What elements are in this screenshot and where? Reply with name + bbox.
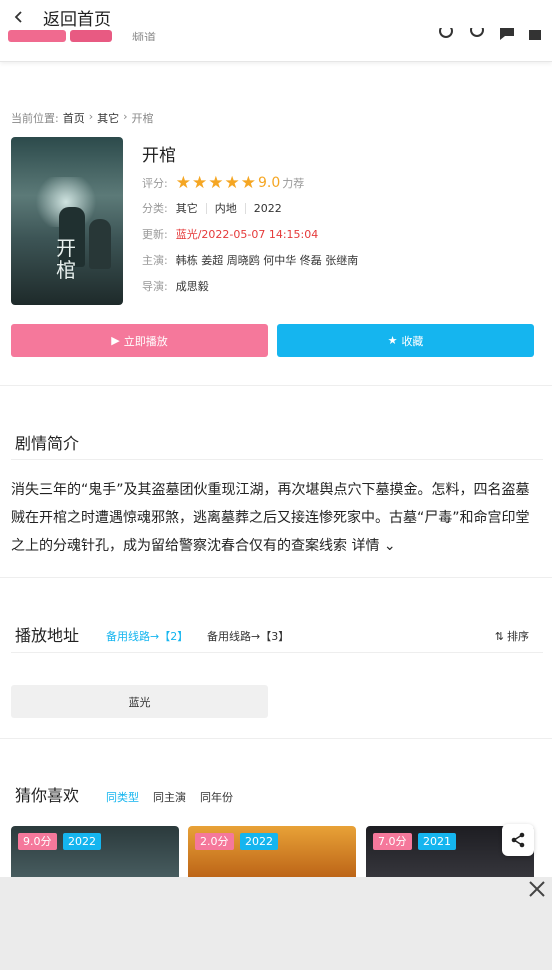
breadcrumb-prefix: 当前位置: xyxy=(11,112,59,125)
line-tab-3[interactable]: 备用线路→【3】 xyxy=(207,628,289,644)
chevron-down-icon: ⌄ xyxy=(383,538,396,554)
card-score-badge: 9.0分 xyxy=(18,833,57,850)
close-icon xyxy=(529,881,545,897)
card-year-badge: 2022 xyxy=(240,833,278,850)
breadcrumb-current: 开棺 xyxy=(131,112,154,125)
year-value[interactable]: 2022 xyxy=(254,202,282,215)
recommend-tabs: 同类型 同主演 同年份 xyxy=(106,789,233,805)
card-score-badge: 2.0分 xyxy=(195,833,234,850)
card-year-badge: 2021 xyxy=(418,833,456,850)
rating-label: 评分: xyxy=(142,177,168,190)
card-score-badge: 7.0分 xyxy=(373,833,412,850)
cast-label: 主演: xyxy=(142,254,168,267)
search-icon[interactable] xyxy=(438,28,456,42)
breadcrumb-category[interactable]: 其它 xyxy=(97,110,119,126)
update-row: 更新: 蓝光/2022-05-07 14:15:04 xyxy=(142,226,318,242)
update-label: 更新: xyxy=(142,228,168,241)
recommend-tab-same-type[interactable]: 同类型 xyxy=(106,789,139,805)
recommend-title: 猜你喜欢 xyxy=(15,786,80,805)
sort-button[interactable]: ⇅ 排序 xyxy=(495,628,529,644)
share-icon xyxy=(511,832,525,848)
history-icon[interactable] xyxy=(468,28,486,42)
star-icon: ★ xyxy=(175,173,191,193)
category-label: 分类: xyxy=(142,202,168,215)
menu-icon[interactable] xyxy=(528,28,546,42)
episode-button[interactable]: 蓝光 xyxy=(11,685,268,718)
chevron-left-icon xyxy=(14,11,22,23)
section-divider xyxy=(0,738,552,739)
play-button[interactable]: ▶ 立即播放 xyxy=(11,324,268,357)
play-button-label: 立即播放 xyxy=(123,334,168,348)
synopsis-text: 消失三年的“鬼手”及其盗墓团伙重现江湖，再次堪舆点穴下墓摸金。怎料，四名盗墓贼在… xyxy=(11,476,543,560)
synopsis-body: 消失三年的“鬼手”及其盗墓团伙重现江湖，再次堪舆点穴下墓摸金。怎料，四名盗墓贼在… xyxy=(11,482,530,554)
section-divider xyxy=(11,652,543,653)
top-icons xyxy=(438,28,546,42)
rating-row: 评分: ★ ★ ★ ★ ★ 9.0 力荐 xyxy=(142,174,304,192)
line-tab-2[interactable]: 备用线路→【2】 xyxy=(106,628,188,644)
category-value[interactable]: 其它 xyxy=(176,200,198,216)
section-divider xyxy=(11,459,543,460)
breadcrumb-separator: › xyxy=(123,110,128,123)
cast-value[interactable]: 韩栋 姜超 周晓鸥 何中华 佟磊 张继南 xyxy=(176,252,358,268)
message-icon[interactable] xyxy=(498,28,516,42)
play-title: 播放地址 xyxy=(15,626,80,645)
star-icon: ★ xyxy=(208,173,224,193)
region-value[interactable]: 内地 xyxy=(215,200,237,216)
close-ad-button[interactable] xyxy=(526,878,548,900)
breadcrumb: 当前位置: 首页 › 其它 › 开棺 xyxy=(11,110,154,126)
recommend-tab-same-cast[interactable]: 同主演 xyxy=(153,789,186,805)
back-button[interactable] xyxy=(6,4,32,30)
movie-poster[interactable]: 开棺 xyxy=(11,137,123,305)
category-row: 分类: 其它 内地 2022 xyxy=(142,200,282,216)
top-bar: 返回首页 频道 xyxy=(0,0,552,62)
synopsis-title: 剧情简介 xyxy=(15,434,80,453)
site-logo[interactable] xyxy=(8,30,112,42)
back-title[interactable]: 返回首页 xyxy=(43,5,111,30)
director-value[interactable]: 成思毅 xyxy=(176,278,209,294)
rating-suffix: 力荐 xyxy=(282,177,305,190)
star-icon: ★ xyxy=(240,173,256,193)
favorite-button-label: 收藏 xyxy=(401,334,424,348)
star-icon: ★ xyxy=(387,334,398,347)
rating-score: 9.0 xyxy=(257,175,281,191)
poster-title: 开棺 xyxy=(56,236,76,282)
sort-icon: ⇅ xyxy=(494,629,504,643)
ad-overlay xyxy=(0,877,552,970)
breadcrumb-home[interactable]: 首页 xyxy=(63,110,85,126)
breadcrumb-separator: › xyxy=(88,110,94,123)
play-icon: ▶ xyxy=(111,334,120,347)
director-label: 导演: xyxy=(142,280,168,293)
synopsis-more-link[interactable]: 详情 ⌄ xyxy=(351,538,395,554)
star-icon: ★ xyxy=(191,173,208,193)
favorite-button[interactable]: ★ 收藏 xyxy=(277,324,534,357)
movie-title: 开棺 xyxy=(142,146,176,166)
recommend-tab-same-year[interactable]: 同年份 xyxy=(200,789,233,805)
section-divider xyxy=(0,385,552,386)
update-value: 蓝光/2022-05-07 14:15:04 xyxy=(175,228,319,241)
card-year-badge: 2022 xyxy=(63,833,101,850)
top-nav-fragment[interactable]: 频道 xyxy=(132,29,156,41)
section-divider xyxy=(0,577,552,578)
director-row: 导演: 成思毅 xyxy=(142,278,209,294)
star-icon: ★ xyxy=(224,173,240,193)
sort-label: 排序 xyxy=(507,630,529,643)
rating-stars: ★ ★ ★ ★ ★ xyxy=(176,174,256,192)
share-button[interactable] xyxy=(502,824,534,856)
cast-row: 主演: 韩栋 姜超 周晓鸥 何中华 佟磊 张继南 xyxy=(142,252,358,268)
